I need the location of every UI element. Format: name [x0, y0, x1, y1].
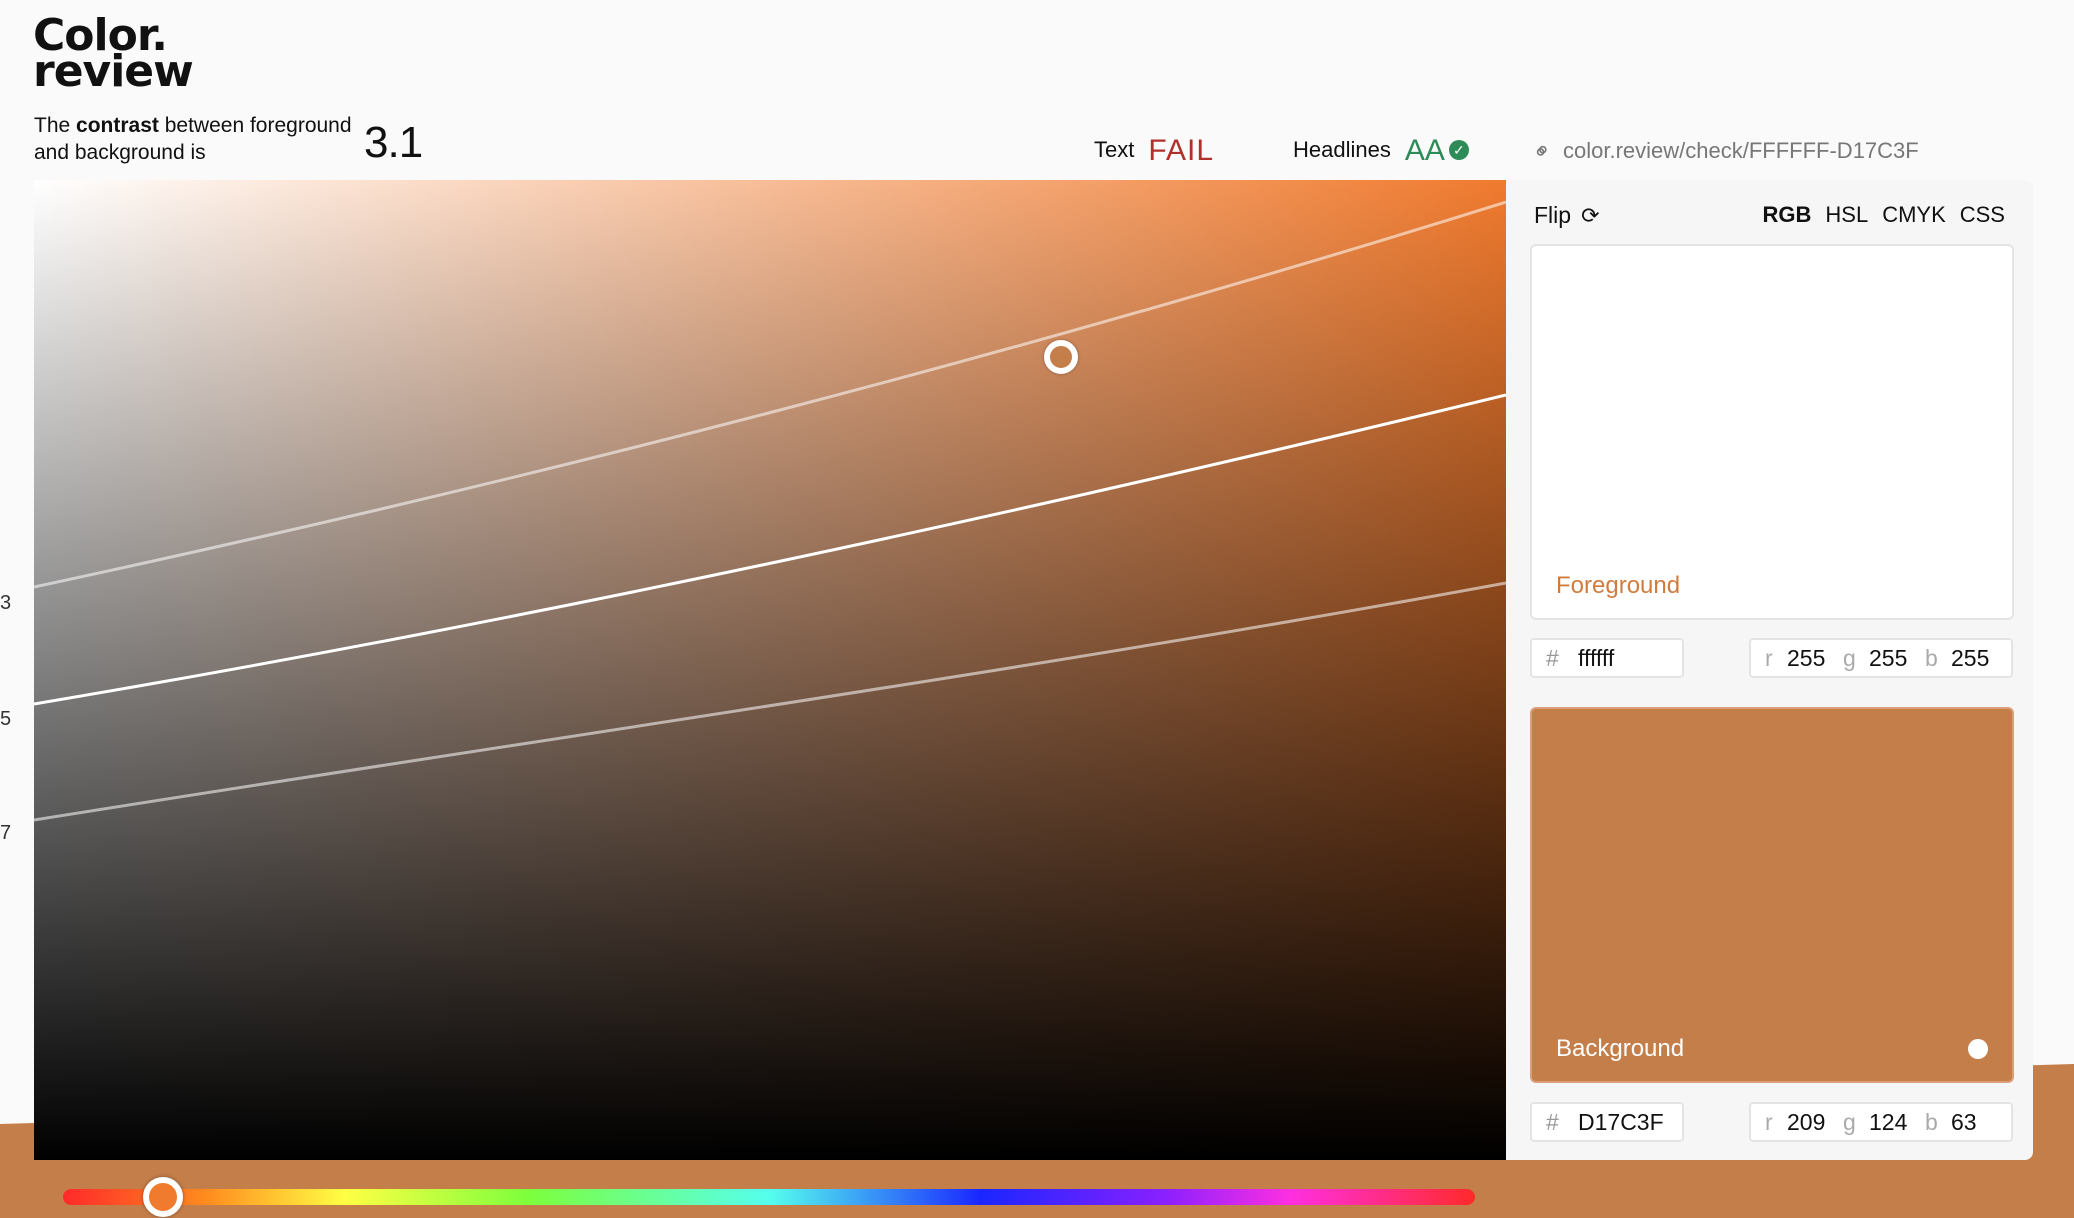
flip-button[interactable]: Flip ⟳: [1534, 202, 1600, 229]
foreground-hex-input[interactable]: # ffffff: [1530, 638, 1684, 678]
fg-g-label: g: [1843, 645, 1856, 671]
contrast-description: The contrast between foreground and back…: [34, 112, 364, 166]
bg-g-value[interactable]: 124: [1869, 1104, 1907, 1140]
intro-prefix: The: [34, 114, 77, 137]
bg-b-label: b: [1925, 1109, 1938, 1135]
foreground-hex-value[interactable]: ffffff: [1578, 640, 1614, 676]
share-url[interactable]: ⚭ color.review/check/FFFFFF-D17C3F: [1527, 136, 1919, 167]
bg-b-value[interactable]: 63: [1951, 1104, 1977, 1140]
color-picker-area[interactable]: [34, 180, 1506, 1160]
background-hash: #: [1546, 1109, 1559, 1135]
hue-slider-handle[interactable]: [143, 1177, 183, 1217]
fg-b-value[interactable]: 255: [1951, 640, 1989, 676]
contrast-lines: [34, 200, 1506, 822]
flip-label: Flip: [1534, 202, 1572, 228]
active-indicator-icon: [1968, 1039, 1988, 1059]
contrast-ratio: 3.1: [364, 118, 423, 167]
logo[interactable]: Color. review: [33, 14, 194, 97]
background-swatch[interactable]: Background: [1530, 707, 2014, 1083]
contrast-line-label-5: 5: [0, 708, 12, 730]
bg-r-label: r: [1765, 1109, 1773, 1135]
contrast-line-4-5: [34, 393, 1506, 706]
fg-r-label: r: [1765, 645, 1773, 671]
background-rgb-input[interactable]: r 209 g 124 b 63: [1749, 1102, 2013, 1142]
tab-hsl[interactable]: HSL: [1825, 202, 1868, 227]
tab-rgb[interactable]: RGB: [1763, 202, 1812, 227]
headlines-status: Headlines AA ✓: [1293, 134, 1469, 168]
bg-r-value[interactable]: 209: [1787, 1104, 1825, 1140]
link-icon: ⚭: [1526, 135, 1558, 167]
color-mode-tabs: RGB HSL CMYK CSS: [1749, 202, 2006, 228]
foreground-label: Foreground: [1556, 572, 1681, 599]
headlines-status-value: AA: [1404, 134, 1445, 167]
intro-bold: contrast: [76, 114, 159, 137]
check-icon: ✓: [1448, 140, 1469, 160]
share-url-text[interactable]: color.review/check/FFFFFF-D17C3F: [1563, 138, 1919, 163]
fg-b-label: b: [1925, 645, 1938, 671]
foreground-rgb-input[interactable]: r 255 g 255 b 255: [1749, 638, 2013, 678]
foreground-hash: #: [1546, 645, 1559, 671]
foreground-swatch[interactable]: Foreground: [1530, 244, 2014, 620]
hue-slider[interactable]: [63, 1189, 1475, 1205]
fg-r-value[interactable]: 255: [1787, 640, 1825, 676]
background-hex-input[interactable]: # D17C3F: [1530, 1102, 1684, 1142]
background-label: Background: [1556, 1035, 1685, 1062]
color-panel: Flip ⟳ RGB HSL CMYK CSS Foreground # ffffff r…: [1506, 180, 2033, 1160]
logo-line-2: review: [33, 46, 194, 97]
fg-g-value[interactable]: 255: [1869, 640, 1907, 676]
text-status-value: FAIL: [1148, 134, 1215, 167]
text-status-label: Text: [1094, 137, 1135, 162]
contrast-line-label-7: 7: [0, 822, 12, 844]
color-picker-handle[interactable]: [1044, 340, 1078, 374]
tab-css[interactable]: CSS: [1960, 202, 2005, 227]
background-hex-value[interactable]: D17C3F: [1578, 1104, 1664, 1140]
tab-cmyk[interactable]: CMYK: [1882, 202, 1946, 227]
text-status: Text FAIL: [1094, 134, 1214, 168]
headlines-status-label: Headlines: [1293, 137, 1391, 162]
contrast-line-3: [34, 200, 1506, 589]
refresh-icon: ⟳: [1581, 203, 1600, 228]
contrast-line-label-3: 3: [0, 592, 12, 614]
bg-g-label: g: [1843, 1109, 1856, 1135]
contrast-line-7: [34, 581, 1506, 822]
